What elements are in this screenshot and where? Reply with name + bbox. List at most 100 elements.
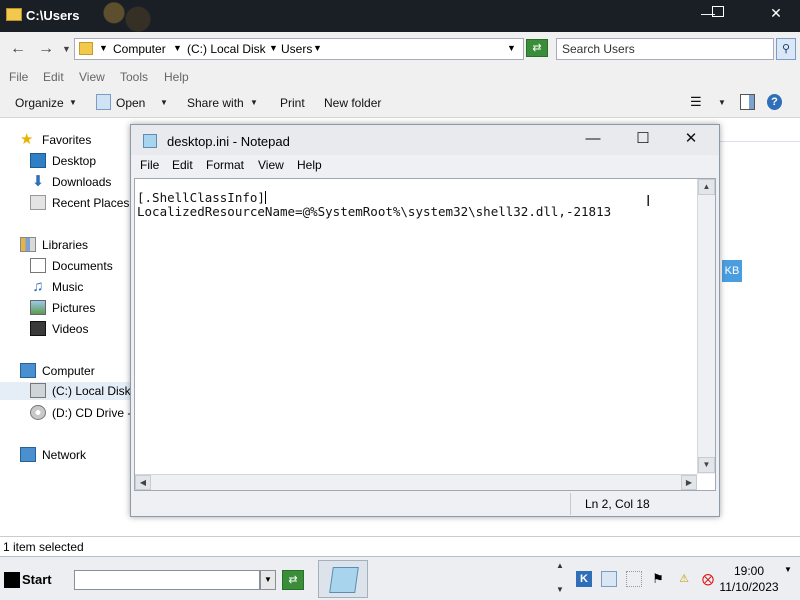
maximize-icon[interactable]: ☐ (629, 128, 657, 150)
organize-button[interactable]: Organize (15, 96, 64, 110)
flag-icon[interactable]: ⚑ (650, 571, 666, 587)
text-caret (264, 191, 266, 204)
share-with-button[interactable]: Share with (187, 96, 244, 110)
notepad-text-area[interactable]: [.ShellClassInfo] LocalizedResourceName=… (134, 178, 716, 491)
explorer-status-bar: 1 item selected (0, 536, 800, 556)
back-arrow-icon[interactable]: ← (10, 40, 26, 58)
notepad-icon (143, 134, 157, 148)
scroll-down-icon[interactable]: ▼ (698, 457, 715, 473)
scroll-up-icon[interactable]: ▲ (698, 179, 715, 195)
sidebar-item-local-disk[interactable]: (C:) Local Disk (0, 382, 131, 400)
pictures-icon (30, 300, 46, 315)
text-line-1: [.ShellClassInfo] (137, 190, 265, 205)
sidebar-item-label: Pictures (52, 301, 96, 315)
preview-pane-icon[interactable] (740, 94, 755, 110)
address-bar[interactable]: ▼ Computer ▼ (C:) Local Disk ▼ Users ▼ ▼ (74, 38, 524, 60)
cursor-position: Ln 2, Col 18 (570, 493, 690, 515)
titlebar-decoration (96, 0, 156, 32)
help-icon[interactable]: ? (767, 94, 782, 110)
videos-icon (30, 321, 46, 336)
view-options-icon[interactable]: ☰ (690, 94, 702, 110)
minimize-icon[interactable]: — (579, 128, 607, 150)
sidebar-item-label: Videos (52, 322, 89, 336)
new-folder-button[interactable]: New folder (324, 96, 381, 110)
address-dropdown-icon[interactable]: ▼ (507, 43, 516, 53)
warning-icon[interactable]: ⚠ (676, 571, 692, 587)
chevron-down-icon[interactable]: ▼ (260, 570, 276, 590)
network-icon (20, 447, 36, 462)
breadcrumb-computer[interactable]: Computer (113, 42, 166, 56)
taskbar-notepad-button[interactable] (318, 560, 368, 598)
close-icon[interactable]: ✕ (762, 3, 790, 23)
search-icon[interactable]: ⚲ (776, 38, 796, 60)
menu-tools[interactable]: Tools (120, 70, 148, 84)
print-button[interactable]: Print (280, 96, 305, 110)
refresh-go-button[interactable]: ⇄ (526, 39, 548, 57)
notepad-menu-help[interactable]: Help (297, 158, 322, 172)
chevron-down-icon[interactable]: ▼ (173, 43, 182, 53)
vertical-scrollbar[interactable]: ▲ ▼ (697, 179, 715, 474)
taskbar-address-input[interactable] (74, 570, 260, 590)
chevron-down-icon: ▼ (250, 98, 258, 107)
notepad-menu-file[interactable]: File (140, 158, 159, 172)
tray-scroll-down-icon[interactable]: ▼ (556, 585, 564, 594)
tray-scroll-up-icon[interactable]: ▲ (556, 561, 564, 570)
sidebar-item-label: Computer (42, 364, 95, 378)
scroll-right-icon[interactable]: ▶ (681, 475, 697, 490)
search-input[interactable]: Search Users (556, 38, 774, 60)
notepad-title: desktop.ini - Notepad (167, 134, 290, 149)
computer-icon (20, 363, 36, 378)
ibeam-cursor-icon: I (646, 193, 651, 210)
app-tray-icon[interactable]: K (576, 571, 592, 587)
sidebar-item-label: Documents (52, 259, 113, 273)
chevron-down-icon: ▼ (69, 98, 77, 107)
notepad-content[interactable]: [.ShellClassInfo] LocalizedResourceName=… (137, 191, 611, 219)
breadcrumb-local-disk[interactable]: (C:) Local Disk (187, 42, 266, 56)
open-icon (96, 94, 111, 110)
sidebar-item-label: Desktop (52, 154, 97, 168)
documents-icon (30, 258, 46, 273)
menu-edit[interactable]: Edit (43, 70, 64, 84)
folder-icon (6, 8, 22, 21)
sidebar-item-label: Recent Places (52, 196, 130, 210)
start-logo-icon (4, 572, 20, 588)
star-icon: ★ (20, 131, 34, 148)
menu-help[interactable]: Help (164, 70, 189, 84)
start-button[interactable]: Start (2, 569, 52, 591)
start-label: Start (22, 572, 52, 587)
maximize-icon[interactable] (712, 6, 724, 17)
notepad-icon (329, 567, 359, 593)
cd-drive-icon (30, 405, 46, 420)
notepad-menu-edit[interactable]: Edit (172, 158, 193, 172)
recent-pages-chevron-icon[interactable]: ▼ (62, 44, 71, 54)
explorer-titlebar[interactable]: C:\Users — ✕ (0, 0, 800, 32)
taskbar: Start ▼ ⇄ ▲ ▼ K ⚑ ⚠ ⨂ 19:00 11/10/2023 ▼ (0, 556, 800, 600)
sidebar-item-label: (D:) CD Drive - (52, 406, 132, 420)
libraries-icon (20, 237, 36, 252)
clock[interactable]: 19:00 11/10/2023 (718, 563, 780, 595)
notepad-menu-format[interactable]: Format (206, 158, 244, 172)
open-button[interactable]: Open (116, 96, 145, 110)
sidebar-item-label: Network (42, 448, 87, 462)
close-icon[interactable]: ✕ (677, 128, 705, 150)
taskbar-go-button[interactable]: ⇄ (282, 570, 304, 590)
notepad-titlebar[interactable]: desktop.ini - Notepad — ☐ ✕ (131, 125, 719, 155)
chevron-down-icon[interactable]: ▼ (269, 43, 278, 53)
chevron-down-icon[interactable]: ▼ (313, 43, 322, 53)
horizontal-scrollbar[interactable]: ◀ ▶ (135, 474, 697, 490)
placeholder-tray-icon[interactable] (626, 571, 642, 587)
monitor-tray-icon[interactable] (601, 571, 617, 587)
forward-arrow-icon[interactable]: → (38, 40, 54, 58)
error-icon[interactable]: ⨂ (700, 571, 716, 587)
text-line-2: LocalizedResourceName=@%SystemRoot%\syst… (137, 204, 612, 219)
chevron-down-icon[interactable]: ▼ (718, 98, 726, 107)
notepad-menu-view[interactable]: View (258, 158, 284, 172)
scroll-left-icon[interactable]: ◀ (135, 475, 151, 490)
menu-view[interactable]: View (79, 70, 105, 84)
chevron-down-icon[interactable]: ▼ (99, 43, 108, 53)
breadcrumb-users[interactable]: Users (281, 42, 312, 56)
sidebar-item-label: Favorites (42, 133, 92, 147)
notepad-menubar: File Edit Format View Help (131, 155, 719, 175)
chevron-down-icon[interactable]: ▼ (784, 565, 792, 574)
menu-file[interactable]: File (9, 70, 28, 84)
